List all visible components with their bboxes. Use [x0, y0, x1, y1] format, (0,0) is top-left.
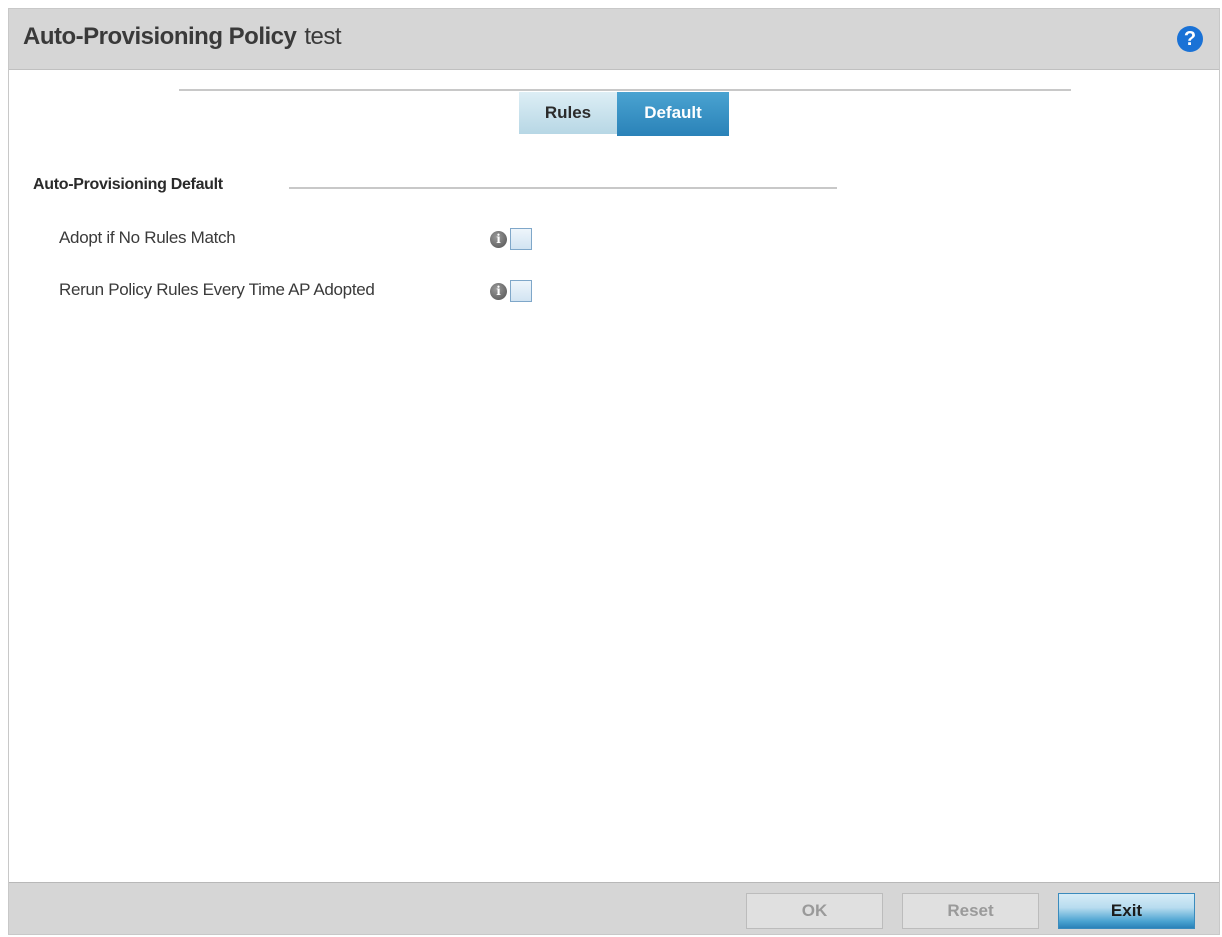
help-icon[interactable]: ?	[1177, 26, 1203, 52]
tab-bar: Rules Default	[519, 92, 729, 136]
adopt-if-no-rules-match-label: Adopt if No Rules Match	[59, 228, 236, 247]
rerun-policy-rules-checkbox[interactable]	[510, 280, 532, 302]
ok-button[interactable]: OK	[746, 893, 883, 929]
exit-button[interactable]: Exit	[1058, 893, 1195, 929]
adopt-if-no-rules-match-checkbox[interactable]	[510, 228, 532, 250]
info-icon[interactable]: i	[490, 231, 507, 248]
reset-button[interactable]: Reset	[902, 893, 1039, 929]
policy-name: test	[304, 23, 342, 50]
policy-dialog: Auto-Provisioning Policy test ? Rules Def…	[8, 8, 1220, 935]
tab-rules[interactable]: Rules	[519, 92, 617, 134]
section-divider	[289, 187, 837, 189]
policy-type-title: Auto-Provisioning Policy	[23, 23, 297, 50]
tab-default[interactable]: Default	[617, 92, 729, 136]
rerun-policy-rules-label: Rerun Policy Rules Every Time AP Adopted	[59, 280, 375, 299]
tab-divider	[179, 89, 1071, 91]
title-bar: Auto-Provisioning Policy test ?	[9, 9, 1219, 70]
section-title: Auto-Provisioning Default	[33, 176, 223, 193]
footer-bar: OK Reset Exit	[9, 882, 1219, 934]
info-icon[interactable]: i	[490, 283, 507, 300]
page-title: Auto-Provisioning Policy test	[23, 23, 342, 51]
